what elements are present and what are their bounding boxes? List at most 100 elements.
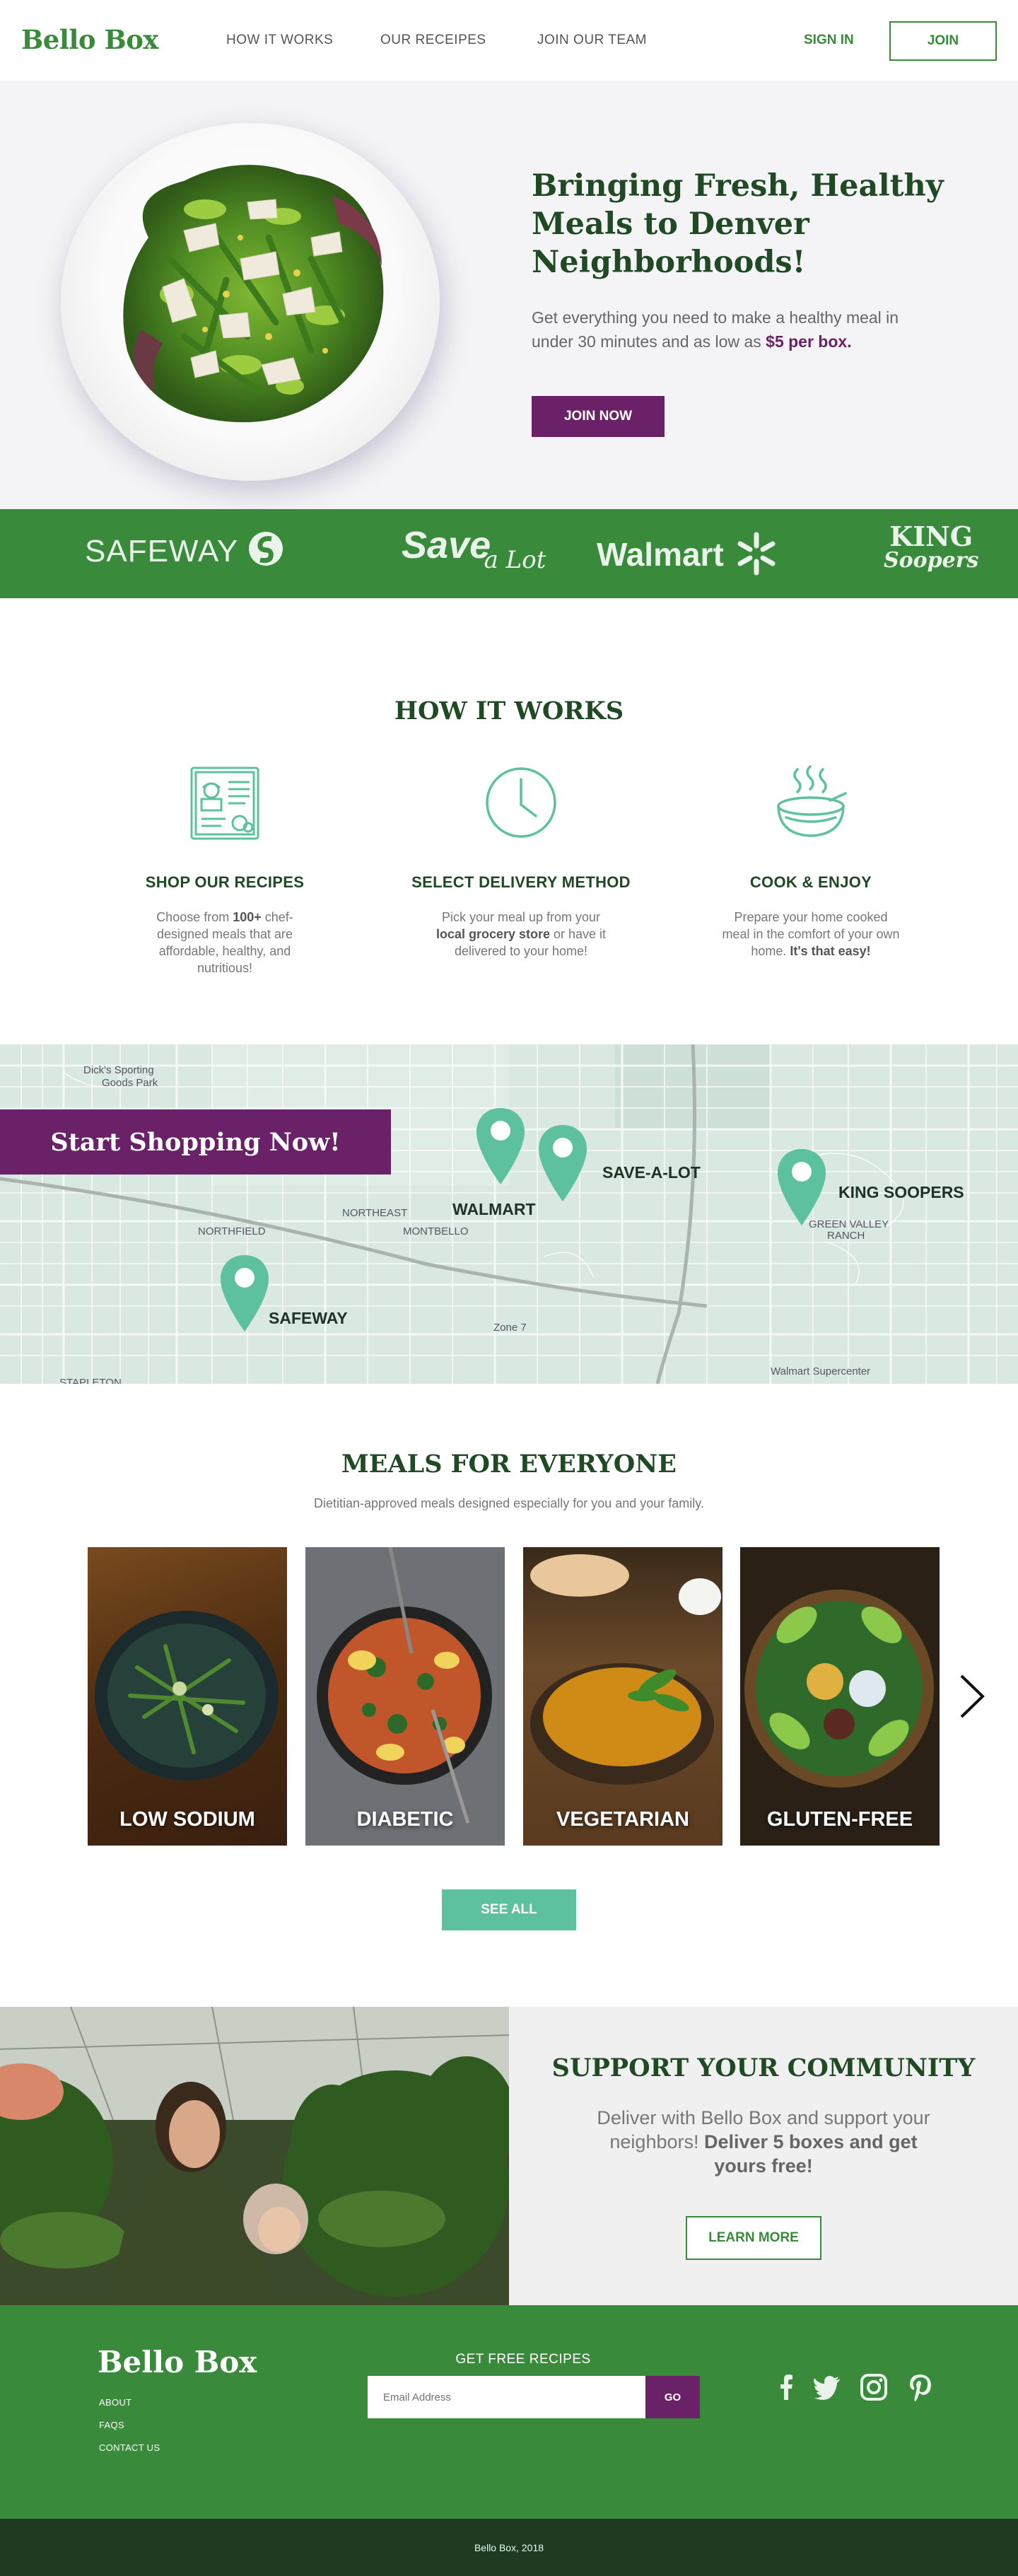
step-3-text: Prepare your home cooked meal in the com…	[719, 909, 903, 960]
store-map[interactable]: Dick's Sporting Goods Park NORTHFIELD NO…	[0, 1044, 1018, 1384]
step-shop-recipes: SHOP OUR RECIPES Choose from 100+ chef-d…	[105, 764, 345, 977]
footer-link-contact[interactable]: CONTACT US	[99, 2442, 160, 2453]
hero-price: $5 per box.	[766, 332, 852, 351]
community-title: SUPPORT YOUR COMMUNITY	[551, 2053, 976, 2082]
hero-text: Get everything you need to make a health…	[532, 305, 928, 354]
salad-image	[123, 165, 384, 423]
map-label: Walmart Supercenter	[771, 1365, 871, 1377]
step-1-text: Choose from 100+ chef-designed meals tha…	[133, 909, 317, 977]
walmart-text: Walmart	[597, 536, 724, 573]
pinterest-icon[interactable]	[905, 2372, 936, 2403]
savealot-sub: a Lot	[484, 546, 546, 574]
community-image	[0, 2007, 509, 2305]
vegetarian-image	[530, 1554, 721, 1785]
community-text: Deliver with Bello Box and support your …	[594, 2106, 933, 2178]
sign-in-link[interactable]: SIGN IN	[804, 33, 854, 48]
map-label: Dick's Sporting	[83, 1064, 154, 1076]
step-select-delivery: SELECT DELIVERY METHOD Pick your meal up…	[401, 764, 641, 960]
walmart-logo: Walmart	[597, 530, 780, 577]
king-text: KING	[889, 520, 973, 552]
map-pin-icon[interactable]	[218, 1252, 271, 1337]
nav-join-our-team[interactable]: JOIN OUR TEAM	[537, 33, 647, 48]
footer-link-faqs[interactable]: FAQS	[99, 2420, 124, 2430]
map-label: RANCH	[827, 1230, 865, 1242]
map-label: NORTHFIELD	[198, 1225, 266, 1237]
safeway-logo: SAFEWAY	[85, 530, 284, 569]
meals-title: MEALS FOR EVERYONE	[341, 1450, 677, 1479]
card-label: VEGETARIAN	[556, 1808, 689, 1831]
store-label-save-a-lot: SAVE-A-LOT	[602, 1163, 701, 1182]
hero-section: Bringing Fresh, Healthy Meals to Denver …	[0, 81, 1018, 509]
logo[interactable]: Bello Box	[21, 24, 159, 55]
store-label-walmart: WALMART	[452, 1200, 536, 1218]
card-label: GLUTEN-FREE	[766, 1808, 913, 1831]
savealot-logo: Save a Lot	[402, 523, 556, 574]
join-now-button[interactable]: JOIN NOW	[532, 396, 665, 437]
newsletter-label: GET FREE RECIPES	[455, 2352, 591, 2367]
twitter-icon[interactable]	[812, 2372, 843, 2403]
step-2-text-a: Pick your meal up from your	[441, 910, 601, 924]
step-3-title: COOK & ENJOY	[749, 873, 872, 891]
join-button[interactable]: JOIN	[889, 21, 997, 61]
safeway-s-icon	[248, 532, 283, 566]
meal-card-gluten-free[interactable]: GLUTEN-FREE	[740, 1547, 940, 1846]
community-text-bold: Deliver 5 boxes and get yours free!	[703, 2131, 918, 2176]
facebook-icon[interactable]	[771, 2372, 802, 2403]
meal-card-diabetic[interactable]: DIABETIC	[305, 1547, 505, 1846]
learn-more-button[interactable]: LEARN MORE	[686, 2216, 821, 2260]
diabetic-image	[305, 1547, 505, 1846]
gluten-free-image	[744, 1590, 934, 1788]
start-shopping-banner[interactable]: Start Shopping Now!	[0, 1109, 391, 1175]
nav-how-it-works[interactable]: HOW IT WORKS	[226, 33, 333, 48]
step-3-bold: It's that easy!	[790, 944, 871, 958]
map-pin-icon[interactable]	[775, 1146, 829, 1231]
map-label: Zone 7	[493, 1322, 527, 1334]
store-label-safeway: SAFEWAY	[269, 1309, 348, 1327]
chevron-right-icon[interactable]	[956, 1673, 987, 1720]
step-2-bold: local grocery store	[435, 927, 551, 941]
king-soopers-logo: KING Soopers	[884, 520, 979, 573]
savealot-text: Save	[402, 524, 491, 566]
hero-title: Bringing Fresh, Healthy Meals to Denver …	[532, 168, 944, 280]
step-cook-enjoy: COOK & ENJOY Prepare your home cooked me…	[691, 764, 931, 960]
copyright-bar: Bello Box, 2018	[0, 2519, 1018, 2576]
walmart-spark-icon	[737, 532, 776, 576]
copyright-text: Bello Box, 2018	[474, 2541, 544, 2553]
map-label: MONTBELLO	[403, 1225, 469, 1237]
map-pin-icon[interactable]	[474, 1105, 527, 1190]
how-it-works-title: HOW IT WORKS	[394, 697, 624, 725]
footer-link-about[interactable]: ABOUT	[99, 2397, 131, 2408]
clock-icon	[486, 767, 556, 838]
site-header: Bello Box HOW IT WORKS OUR RECEIPES JOIN…	[0, 0, 1018, 81]
site-footer: Bello Box ABOUT FAQS CONTACT US GET FREE…	[0, 2305, 1018, 2519]
map-label: Goods Park	[102, 1077, 158, 1089]
bowl-icon	[777, 765, 847, 837]
instagram-icon[interactable]	[858, 2372, 889, 2403]
footer-logo[interactable]: Bello Box	[98, 2345, 257, 2379]
community-section: SUPPORT YOUR COMMUNITY Deliver with Bell…	[509, 2007, 1018, 2305]
low-sodium-image	[95, 1611, 279, 1781]
step-1-text-a: Choose from	[156, 910, 233, 924]
safeway-text: SAFEWAY	[85, 534, 238, 569]
go-button[interactable]: GO	[645, 2376, 700, 2418]
step-1-bold: 100+	[233, 910, 262, 924]
map-label: NORTHEAST	[342, 1207, 408, 1219]
meal-card-vegetarian[interactable]: VEGETARIAN	[523, 1547, 722, 1846]
mother-baby-photo	[0, 2007, 509, 2305]
step-1-title: SHOP OUR RECIPES	[145, 873, 305, 891]
step-2-title: SELECT DELIVERY METHOD	[411, 873, 631, 891]
card-label: DIABETIC	[356, 1808, 454, 1831]
step-2-text: Pick your meal up from your local grocer…	[429, 909, 613, 960]
card-label: LOW SODIUM	[119, 1808, 255, 1831]
store-label-king-soopers: KING SOOPERS	[838, 1183, 964, 1201]
soopers-text: Soopers	[884, 548, 979, 573]
meals-subtitle: Dietitian-approved meals designed especi…	[314, 1496, 704, 1510]
see-all-button[interactable]: SEE ALL	[442, 1889, 576, 1930]
map-label: STAPLETON	[59, 1377, 122, 1384]
recipe-icon	[190, 767, 259, 840]
meal-card-low-sodium[interactable]: LOW SODIUM	[88, 1547, 287, 1846]
nav-our-recipes[interactable]: OUR RECEIPES	[380, 33, 486, 48]
email-input[interactable]	[368, 2376, 645, 2418]
partners-bar: SAFEWAY Save a Lot Walmart KING Soopers	[0, 509, 1018, 598]
map-pin-icon[interactable]	[536, 1122, 590, 1207]
